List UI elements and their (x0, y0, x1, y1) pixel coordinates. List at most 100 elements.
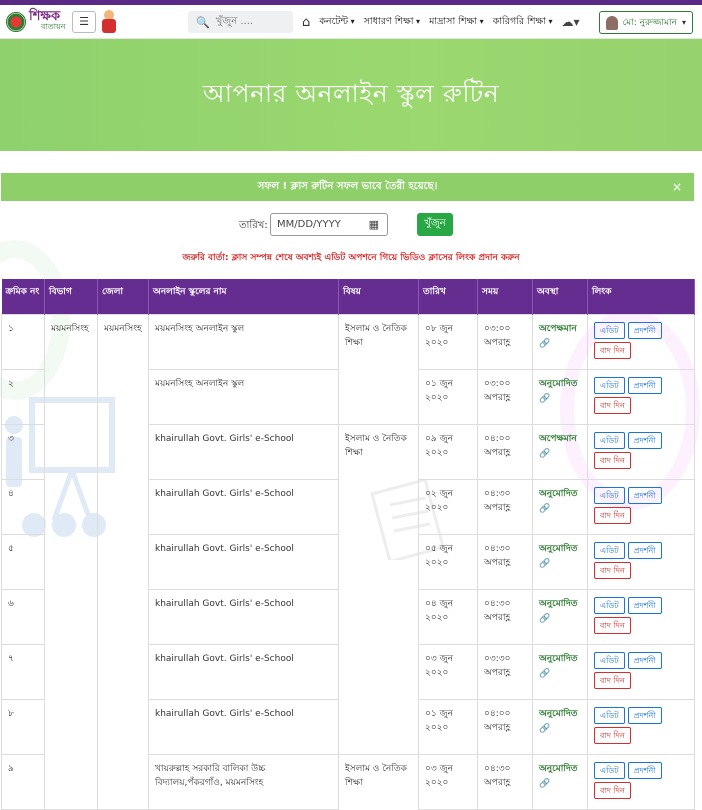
cell-subject (338, 589, 419, 644)
edit-button[interactable]: এডিট (594, 431, 625, 449)
notice-text: জরুরি বার্তা: ক্লাস সম্পন্ন শেষে অবশ্যই … (182, 253, 520, 263)
link-icon[interactable]: 🔗 (539, 612, 581, 626)
edit-button[interactable]: এডিট (594, 596, 625, 614)
link-icon[interactable]: 🔗 (539, 337, 581, 351)
cancel-button[interactable]: বাদ দিন (594, 396, 631, 414)
link-icon[interactable]: 🔗 (539, 502, 581, 516)
show-button[interactable]: প্রদর্শনী (627, 761, 662, 779)
cancel-button[interactable]: বাদ দিন (594, 781, 631, 799)
search-input[interactable]: 🔍 খুঁজুন .... (188, 11, 293, 33)
edit-button[interactable]: এডিট (594, 541, 625, 559)
cell-status: অনুমোদিত 🔗 (532, 698, 588, 755)
cell-serial: ৫ (1, 533, 45, 590)
cell-status: অপেক্ষমান 🔗 (532, 423, 588, 480)
cell-subject (338, 369, 419, 424)
status-badge: অপেক্ষমান (539, 433, 577, 444)
cancel-button[interactable]: বাদ দিন (594, 506, 631, 524)
date-filter: তারিখ: MM/DD/YYYY ▦ খুঁজুন (0, 212, 702, 238)
cell-status: অনুমোদিত 🔗 (532, 588, 588, 645)
cell-serial: ৭ (1, 643, 45, 700)
show-button[interactable]: প্রদর্শনী (627, 376, 662, 394)
alert-message: সফল ! ক্লাস রুটিন সফল ভাবে তৈরী হয়েছে। (257, 180, 438, 192)
cell-school: খায়রুল্লাহ সরকারি বালিকা উচ্চ বিদ্যালয়… (148, 753, 339, 810)
cell-school: khairullah Govt. Girls' e-School (148, 478, 339, 535)
cell-division (44, 369, 98, 424)
status-badge: অনুমোদিত (539, 488, 578, 499)
show-button[interactable]: প্রদর্শনী (627, 431, 662, 449)
chevron-down-icon: ▾ (681, 18, 686, 27)
edit-button[interactable]: এডিট (594, 321, 625, 339)
show-button[interactable]: প্রদর্শনী (627, 651, 662, 669)
nav-item-madrasa-education[interactable]: মাদ্রাসা শিক্ষা (429, 15, 484, 30)
edit-button[interactable]: এডিট (594, 706, 625, 724)
user-menu-button[interactable]: মো: নুরুজ্জামান ▾ (598, 11, 693, 34)
link-icon[interactable]: 🔗 (539, 667, 581, 681)
status-badge: অনুমোদিত (539, 378, 578, 389)
edit-button[interactable]: এডিট (594, 376, 625, 394)
cell-serial: ৩ (1, 423, 45, 480)
hamburger-icon: ☰ (79, 15, 89, 28)
link-icon[interactable]: 🔗 (539, 557, 581, 571)
show-button[interactable]: প্রদর্শনী (627, 706, 662, 724)
cell-school: ময়মনসিংহ অনলাইন স্কুল (148, 313, 339, 370)
show-button[interactable]: প্রদর্শনী (627, 321, 662, 339)
nav-item-general-education[interactable]: সাধারণ শিক্ষা (364, 15, 420, 30)
cell-division (44, 589, 98, 644)
main-nav: ⌂ কনটেন্ট সাধারণ শিক্ষা মাদ্রাসা শিক্ষা … (302, 5, 580, 39)
cell-serial: ৬ (1, 588, 45, 645)
close-icon[interactable]: × (672, 180, 682, 194)
cell-date: ০১ জুন ২০২০ (418, 698, 478, 755)
cell-time: ০৩:৩০ অপরাহ্ণ (477, 643, 533, 700)
table-row: ১ ময়মনসিংহ ময়মনসিংহ ময়মনসিংহ অনলাইন স্কু… (1, 313, 695, 370)
show-button[interactable]: প্রদর্শনী (627, 596, 662, 614)
cell-date: ০১ জুন ২০২০ (418, 368, 478, 425)
cell-district (97, 369, 149, 424)
cancel-button[interactable]: বাদ দিন (594, 341, 631, 359)
cell-status: অনুমোদিত 🔗 (532, 368, 588, 425)
cell-time: ০৪:৩০ অপরাহ্ণ (477, 753, 533, 810)
link-icon[interactable]: 🔗 (539, 447, 581, 461)
cell-district (97, 589, 149, 644)
cell-subject: ইসলাম ও নৈতিক শিক্ষা (338, 313, 419, 369)
status-badge: অনুমোদিত (539, 708, 578, 719)
cell-subject: ইসলাম ও নৈতিক শিক্ষা (338, 423, 419, 479)
cell-subject (338, 699, 419, 754)
menu-toggle-button[interactable]: ☰ (72, 10, 96, 33)
nav-item-technical-education[interactable]: কারিগরি শিক্ষা (493, 15, 553, 30)
cell-status: অপেক্ষমান 🔗 (532, 313, 588, 370)
cancel-button[interactable]: বাদ দিন (594, 561, 631, 579)
page-title: আপনার অনলাইন স্কুল রুটিন (202, 78, 500, 108)
link-icon[interactable]: 🔗 (539, 392, 581, 406)
cell-subject: ইসলাম ও নৈতিক শিক্ষা (338, 753, 419, 809)
nav-item-content[interactable]: কনটেন্ট (319, 15, 354, 30)
cell-division (44, 534, 98, 589)
cell-status: অনুমোদিত 🔗 (532, 478, 588, 535)
avatar (605, 15, 618, 30)
edit-button[interactable]: এডিট (594, 761, 625, 779)
date-placeholder: MM/DD/YYYY (277, 219, 341, 230)
cloud-upload-icon[interactable]: ☁▾ (561, 15, 579, 29)
cell-division (44, 479, 98, 534)
link-icon[interactable]: 🔗 (539, 777, 581, 791)
cell-date: ০৪ জুন ২০২০ (418, 588, 478, 645)
show-button[interactable]: প্রদর্শনী (627, 486, 662, 504)
cell-actions: এডিট প্রদর্শনী বাদ দিন (587, 478, 695, 535)
cell-school: khairullah Govt. Girls' e-School (148, 423, 339, 480)
cell-time: ০৪:০০ অপরাহ্ণ (477, 698, 533, 755)
cancel-button[interactable]: বাদ দিন (594, 726, 631, 744)
edit-button[interactable]: এডিট (594, 486, 625, 504)
cancel-button[interactable]: বাদ দিন (594, 671, 631, 689)
cell-date: ০৫ জুন ২০২০ (418, 533, 478, 590)
search-button[interactable]: খুঁজুন (417, 213, 453, 236)
site-logo[interactable]: শিক্ষক বাতায়ন (6, 10, 70, 32)
show-button[interactable]: প্রদর্শনী (627, 541, 662, 559)
calendar-icon[interactable]: ▦ (369, 218, 379, 231)
link-icon[interactable]: 🔗 (539, 722, 581, 736)
date-field[interactable]: MM/DD/YYYY ▦ (270, 213, 388, 236)
cancel-button[interactable]: বাদ দিন (594, 451, 631, 469)
cancel-button[interactable]: বাদ দিন (594, 616, 631, 634)
edit-button[interactable]: এডিট (594, 651, 625, 669)
home-icon[interactable]: ⌂ (302, 15, 310, 30)
cell-status: অনুমোদিত 🔗 (532, 643, 588, 700)
cell-actions: এডিট প্রদর্শনী বাদ দিন (587, 698, 695, 755)
